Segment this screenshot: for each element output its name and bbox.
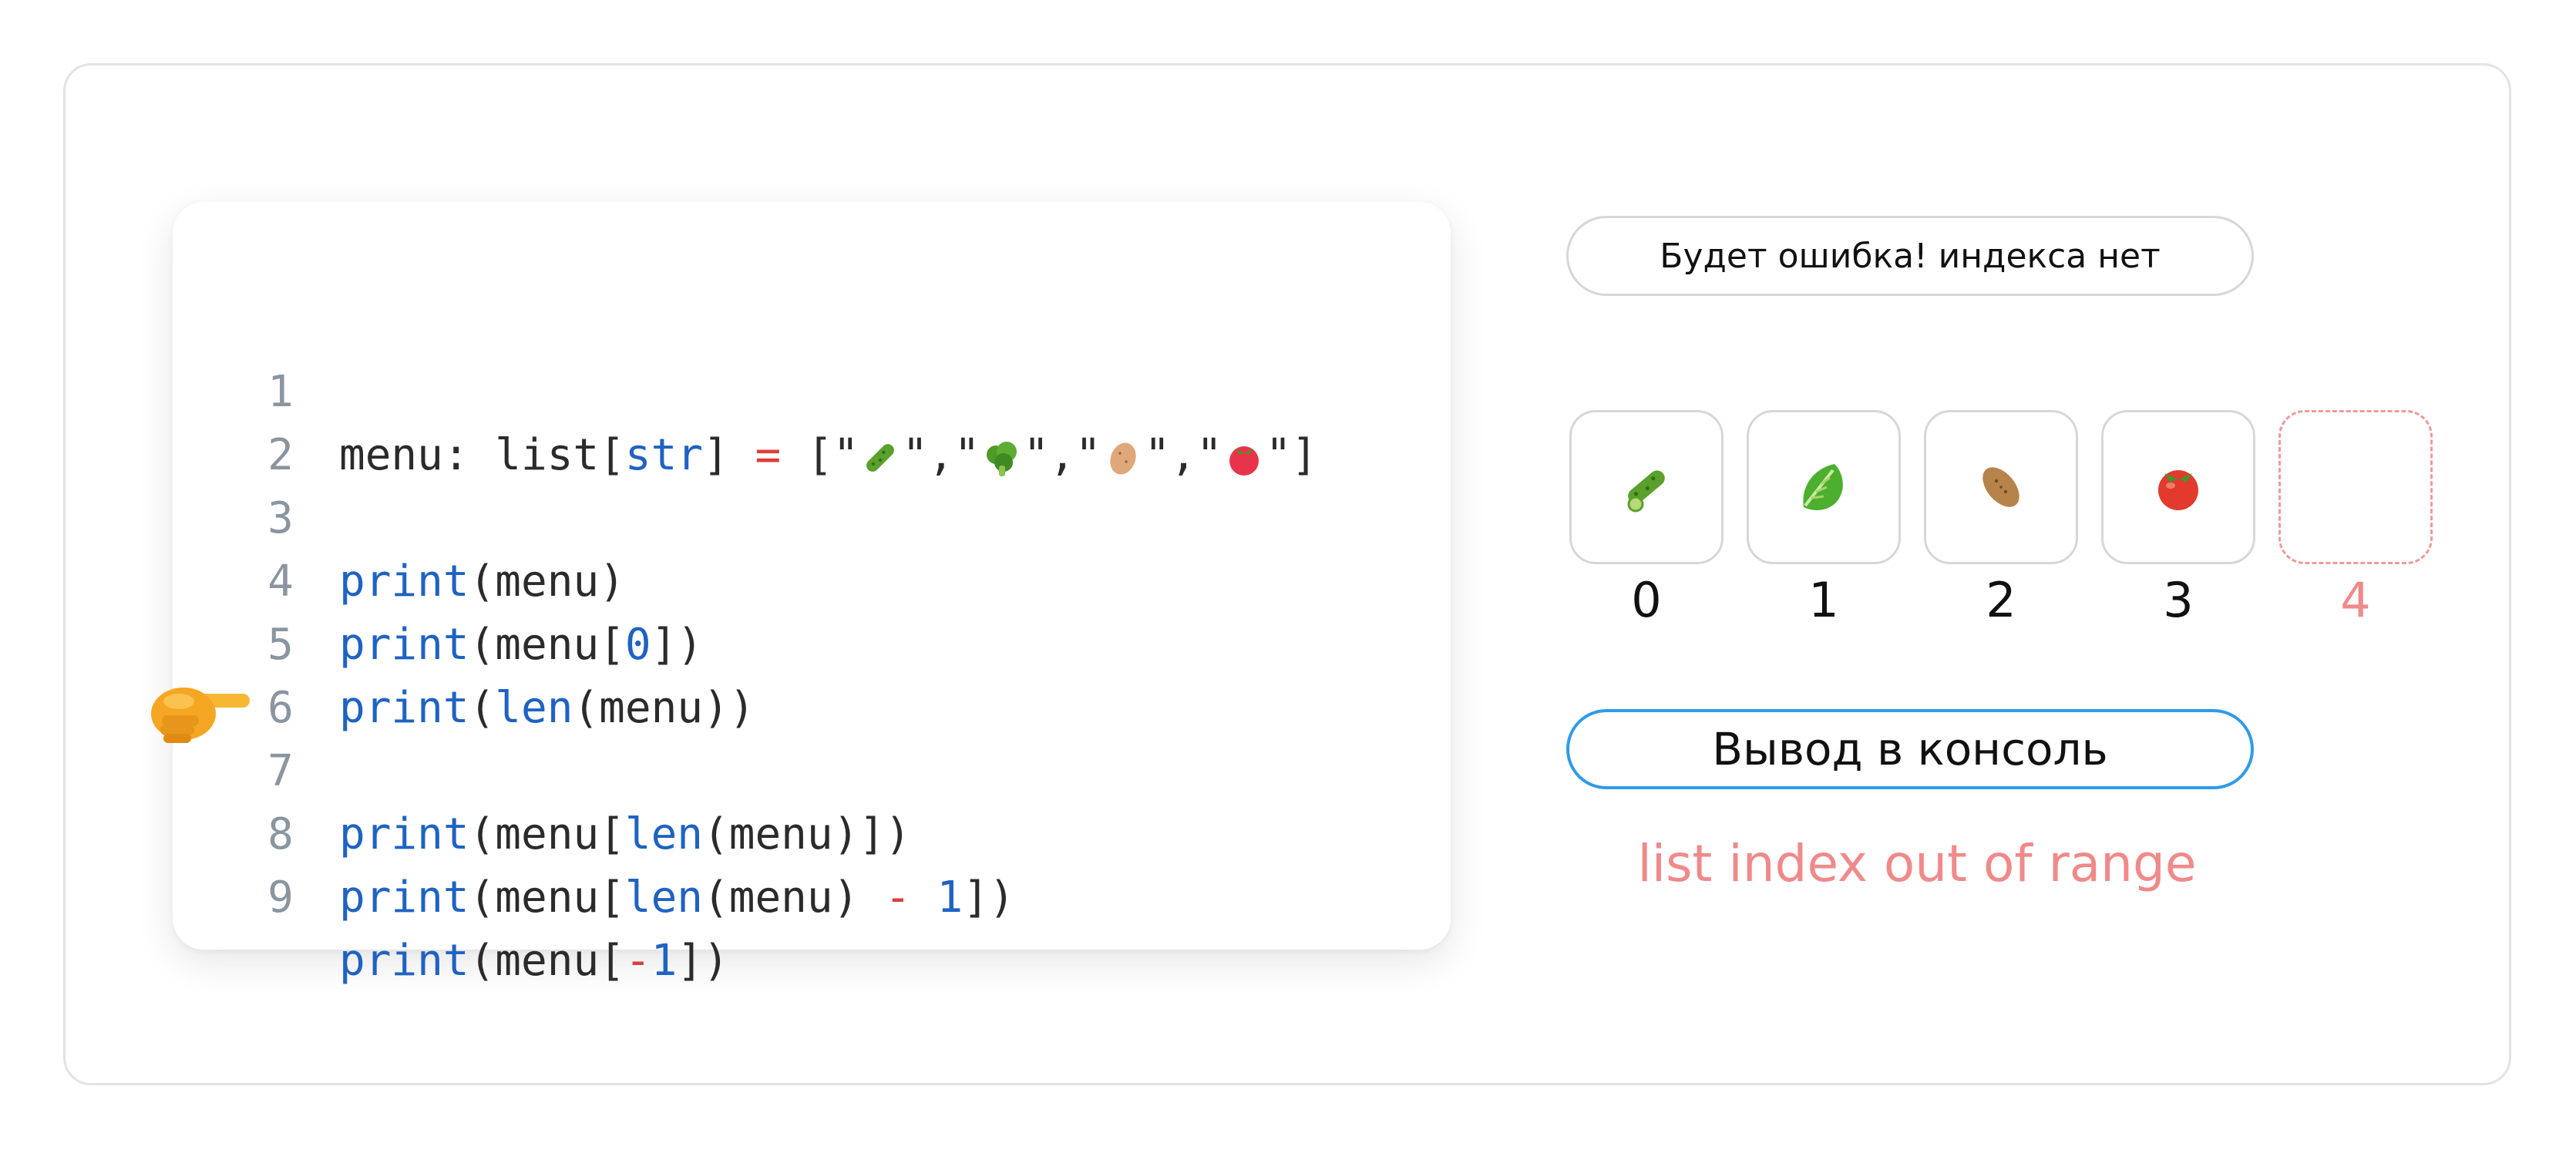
index-label-1: 1: [1808, 572, 1839, 628]
line-content: print(menu[len(menu)]): [339, 809, 911, 859]
list-cell-1: [1747, 410, 1901, 564]
code-line-8: 8 print(menu[len(menu) - 1]): [173, 740, 1015, 923]
code-line-6: 6: [173, 614, 294, 733]
code-line-2: 2: [173, 361, 294, 480]
line-content: menu: list[str] = [" "," "," "," "]: [339, 430, 1318, 480]
index-label-2: 2: [1986, 572, 2016, 628]
error-message: list index out of range: [1637, 834, 2197, 893]
lettuce-icon: [1803, 464, 1843, 510]
code-line-3: 3 print(menu): [173, 424, 625, 607]
index-label-0: 0: [1631, 572, 1662, 628]
cucumber-icon: [1627, 470, 1665, 513]
line-number: 9: [267, 873, 294, 923]
line-content: print(menu): [339, 557, 625, 607]
hint-label: Будет ошибка! индекса нет: [1566, 216, 2254, 296]
console-output-button[interactable]: Вывод в консоль: [1566, 709, 2254, 789]
list-cell-4-missing: [2278, 410, 2433, 564]
list-cell-2: [1924, 410, 2078, 564]
code-line-4: 4 print(menu[0]): [173, 487, 703, 670]
potato-icon: [1109, 442, 1136, 475]
code-line-5: 5 print(len(menu)): [173, 550, 755, 733]
code-panel: 1 menu: list[str] = [" "," "," "," "] 2 3 pr…: [173, 202, 1451, 986]
cucumber-icon: [866, 443, 895, 472]
list-cell-0: [1569, 410, 1723, 564]
code-line-1: 1 menu: list[str] = [" "," "," "," "]: [173, 298, 1317, 480]
code-line-9: 9 print(menu[-1]): [173, 803, 729, 986]
index-label-3: 3: [2163, 572, 2194, 628]
broccoli-icon: [986, 441, 1017, 476]
tomato-icon: [2158, 470, 2198, 510]
list-cell-3: [2101, 410, 2255, 564]
line-content: print(menu[0]): [339, 620, 704, 670]
tomato-icon: [1229, 446, 1259, 476]
index-label-4-missing: 4: [2340, 572, 2371, 628]
line-content: print(menu[-1]): [339, 936, 729, 986]
potato-icon: [1982, 467, 2019, 507]
line-content: print(menu[len(menu) - 1]): [339, 873, 1015, 923]
line-content: print(len(menu)): [339, 683, 755, 733]
pointing-hand-icon: [151, 688, 250, 743]
